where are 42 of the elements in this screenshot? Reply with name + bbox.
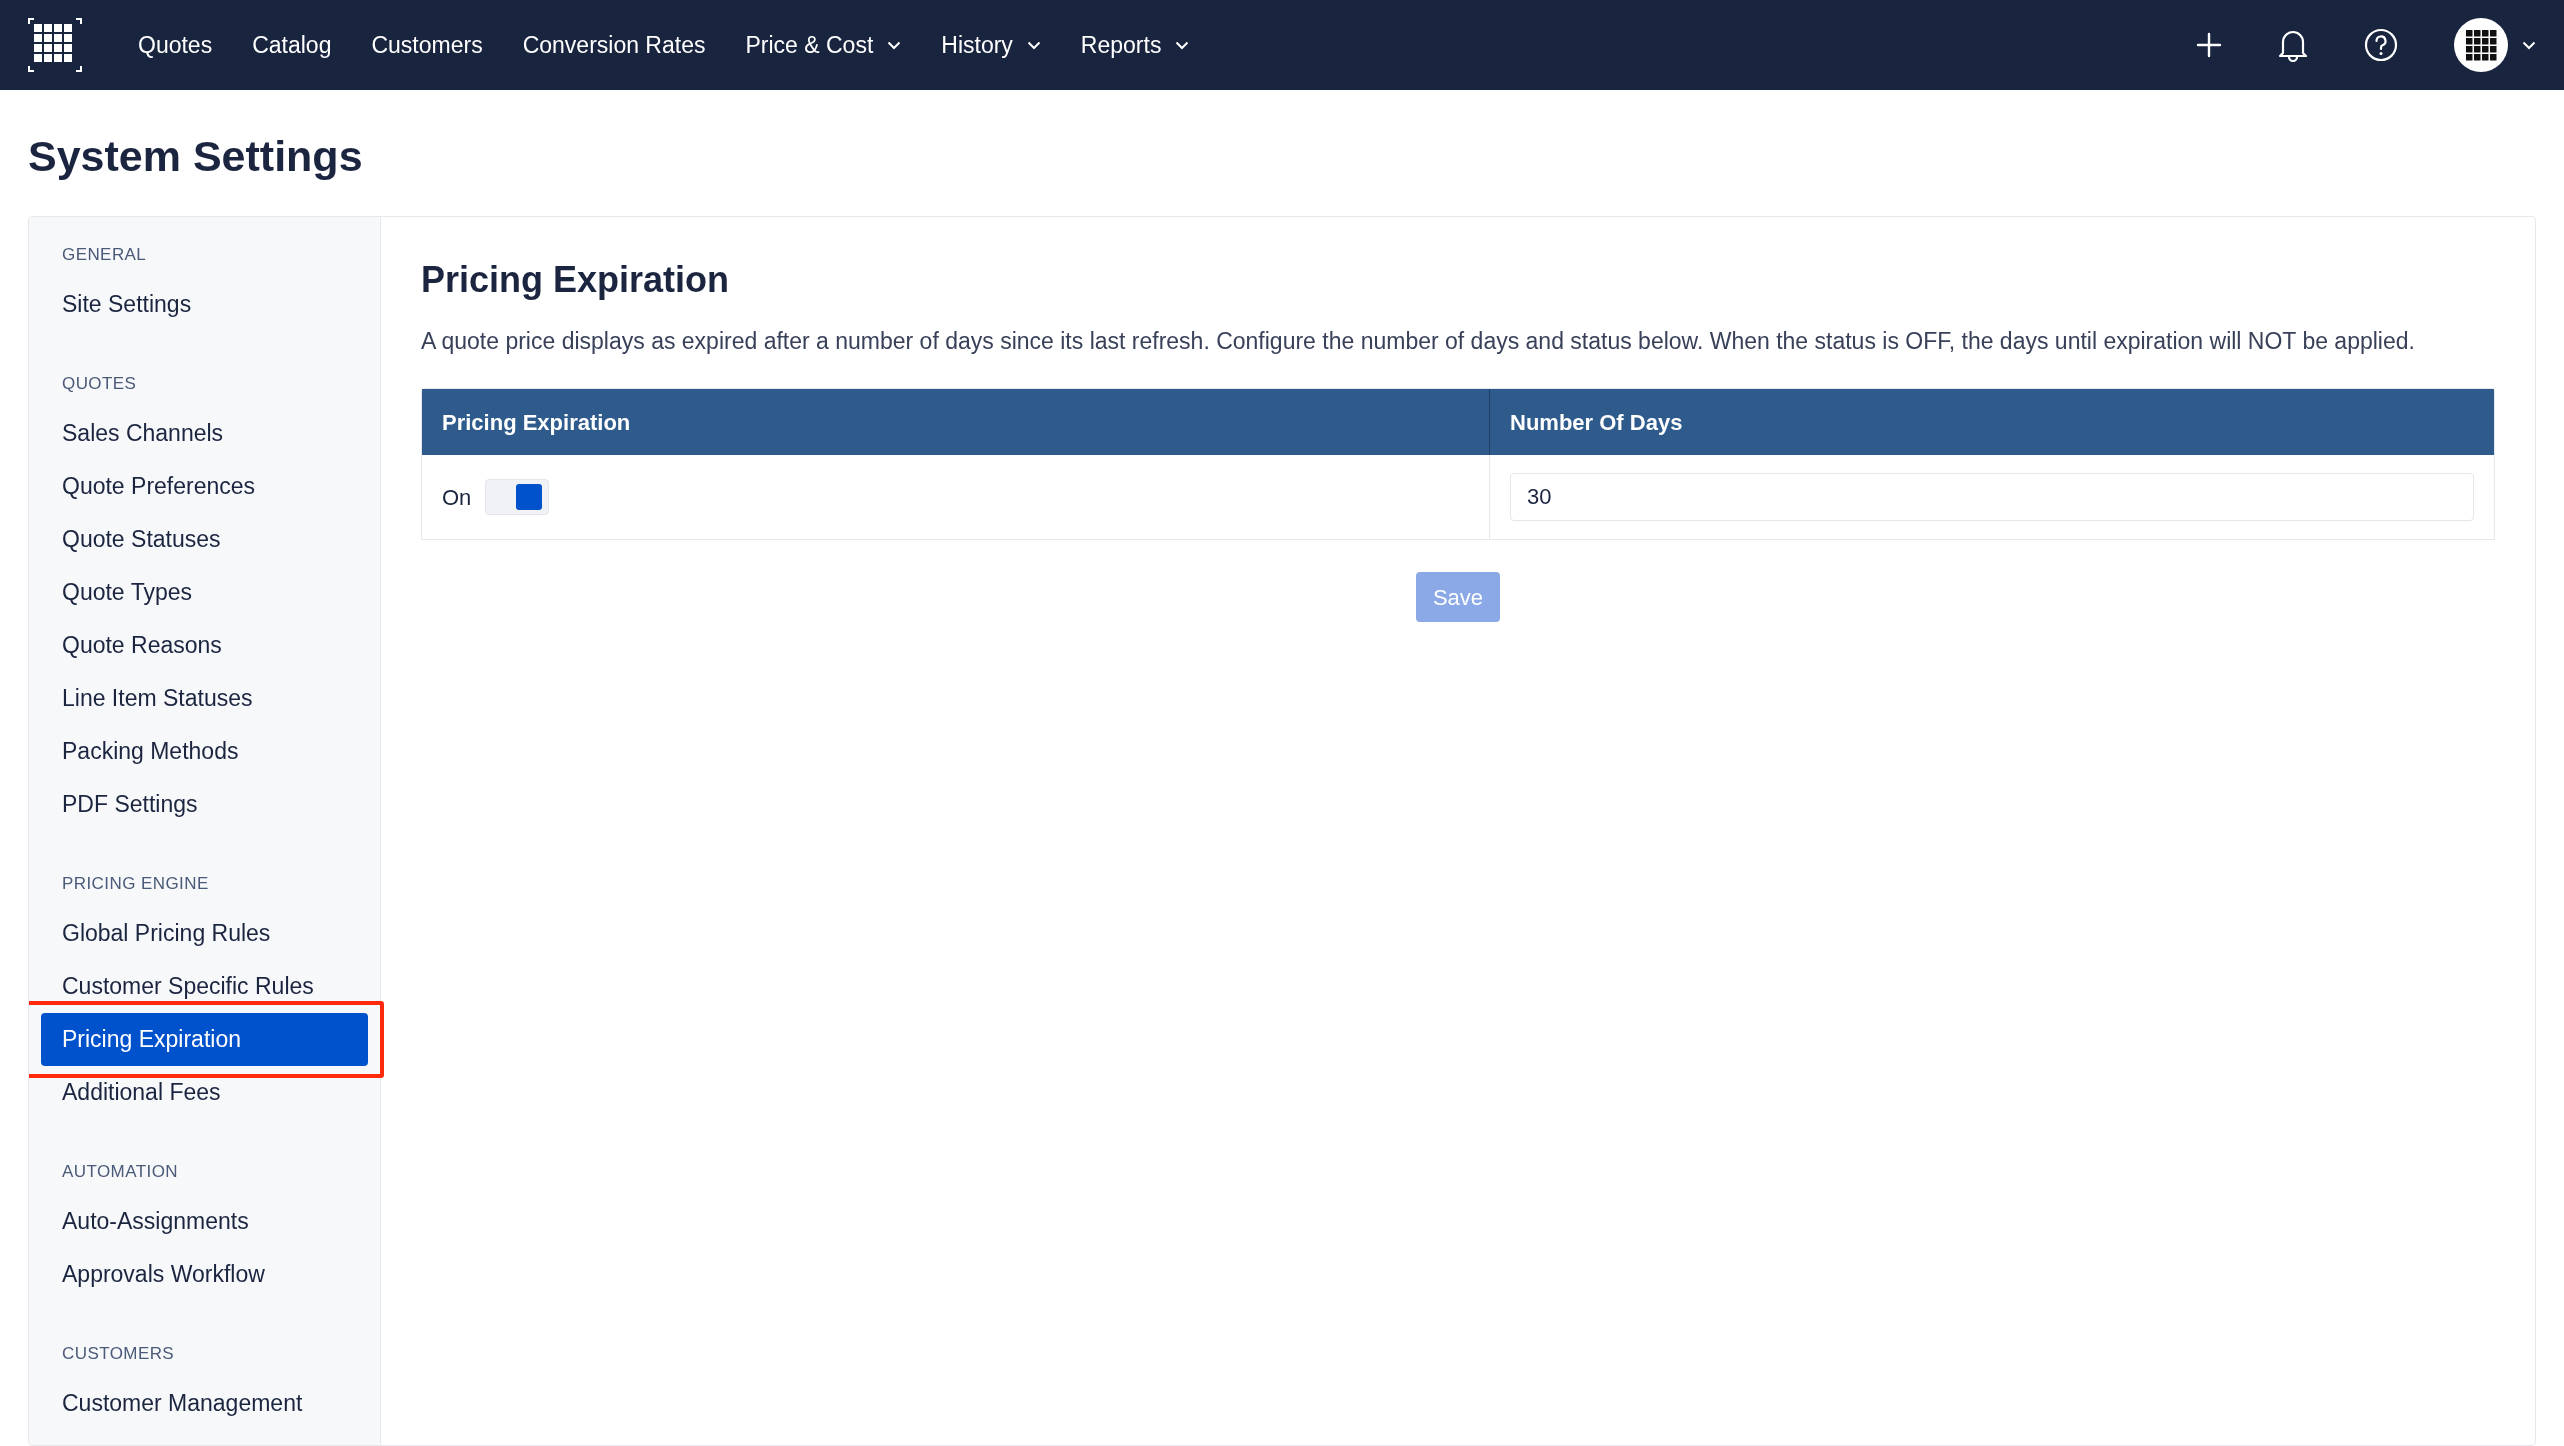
avatar-icon[interactable] (2454, 18, 2508, 72)
bell-icon[interactable] (2278, 28, 2308, 62)
status-toggle[interactable] (485, 479, 550, 516)
status-label: On (442, 483, 472, 512)
sidebar-group-label: GENERAL (61, 244, 148, 265)
sidebar-item[interactable]: Packing Methods (41, 724, 368, 778)
days-input[interactable]: 30 (1510, 473, 2474, 522)
section-title: Pricing Expiration (421, 257, 731, 302)
column-header: Number Of Days (1489, 389, 2494, 456)
sidebar-item[interactable]: Quote Types (41, 565, 368, 619)
sidebar-item[interactable]: Sales Channels (41, 406, 368, 460)
sidebar-item[interactable]: PDF Settings (41, 777, 368, 831)
nav-link[interactable]: Conversion Rates (522, 27, 706, 63)
sidebar-group-label: AUTOMATION (61, 1161, 179, 1182)
sidebar-item[interactable]: Additional Fees (41, 1065, 368, 1119)
column-header: Pricing Expiration (441, 408, 632, 437)
chevron-down-icon[interactable] (2522, 40, 2536, 50)
nav-link[interactable]: Reports (1080, 27, 1190, 63)
sidebar-item[interactable]: Site Settings (41, 277, 368, 331)
sidebar-group-label: QUOTES (61, 373, 138, 394)
nav-link[interactable]: History (941, 27, 1041, 63)
section-description: A quote price displays as expired after a number of days since its last refresh. Configure the number of days and status below. When the status is OFF, the days until expiration will NOT be applied. (421, 326, 2416, 356)
nav-link[interactable]: Quotes (138, 27, 213, 63)
sidebar-item[interactable]: Global Pricing Rules (41, 906, 368, 960)
sidebar-item[interactable]: Customer Management (41, 1376, 368, 1430)
sidebar-group-label: CUSTOMERS (61, 1343, 176, 1364)
nav-link[interactable]: Customers (371, 27, 483, 63)
sidebar-item[interactable]: Auto-Assignments (41, 1194, 368, 1248)
help-icon[interactable] (2364, 28, 2398, 62)
sidebar-item[interactable]: Approvals Workflow (41, 1247, 368, 1301)
nav-link[interactable]: Catalog (252, 27, 332, 63)
sidebar-item[interactable]: Customer Specific Rules (41, 959, 368, 1013)
plus-icon[interactable] (2196, 32, 2222, 58)
sidebar-item[interactable]: Quote Statuses (41, 512, 368, 566)
page-title: System Settings (28, 131, 364, 182)
sidebar-group-label: PRICING ENGINE (61, 873, 210, 894)
nav-link[interactable]: Price & Cost (745, 27, 902, 63)
sidebar-item[interactable]: Pricing Expiration (41, 1012, 368, 1066)
grid-logo-icon[interactable] (28, 18, 82, 72)
sidebar-item[interactable]: Quote Preferences (41, 459, 368, 513)
sidebar-item[interactable]: Line Item Statuses (41, 671, 368, 725)
sidebar-item[interactable]: Quote Reasons (41, 618, 368, 672)
